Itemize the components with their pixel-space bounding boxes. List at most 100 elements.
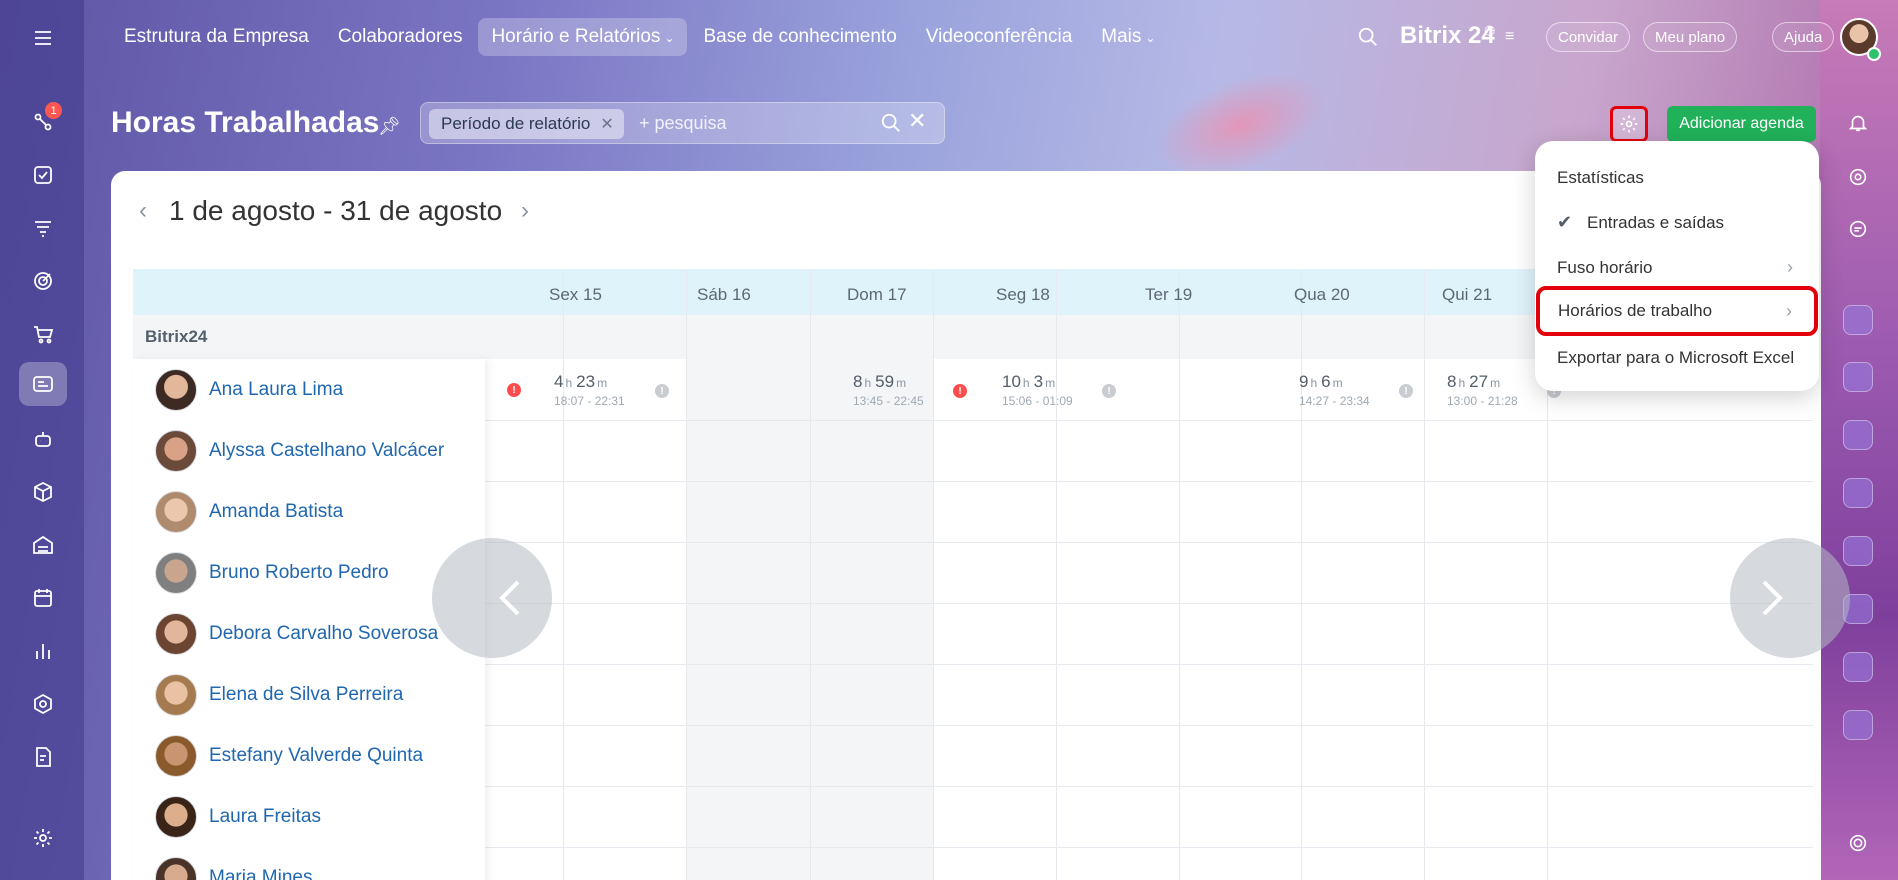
- time-reports-icon[interactable]: [19, 362, 67, 406]
- my-plan-button[interactable]: Meu plano: [1643, 22, 1738, 52]
- minutes-unit: m: [1045, 376, 1056, 390]
- pin-icon[interactable]: 📌︎: [378, 116, 401, 137]
- contact-icon[interactable]: [1843, 478, 1873, 508]
- time-cell[interactable]: 8 h 59 m 13:45 - 22:45: [853, 372, 924, 408]
- day-header: Sex 15: [549, 285, 602, 304]
- employee-name[interactable]: Ana Laura Lima: [209, 379, 343, 401]
- search-icon[interactable]: [1357, 26, 1379, 53]
- help-button[interactable]: Ajuda: [1772, 22, 1835, 52]
- add-schedule-button[interactable]: Adicionar agenda: [1667, 106, 1816, 142]
- scroll-right-button[interactable]: [1730, 538, 1850, 658]
- group-label: Bitrix24: [145, 327, 208, 346]
- chevron-down-icon: ⌄: [664, 31, 675, 45]
- time-cell[interactable]: 8 h 27 m 13:00 - 21:28: [1447, 372, 1518, 408]
- target-icon[interactable]: [1843, 162, 1873, 192]
- clear-icon[interactable]: ✕: [908, 108, 926, 134]
- time-range: 14:27 - 23:34: [1299, 394, 1370, 408]
- chat-icon[interactable]: [1843, 214, 1873, 244]
- search-icon[interactable]: [880, 112, 902, 139]
- employee-row[interactable]: Ana Laura Lima: [133, 359, 485, 420]
- nav-employees[interactable]: Colaboradores: [325, 18, 476, 56]
- brand-logo[interactable]: Bitrix 24: [1400, 22, 1495, 50]
- crm-funnel-icon[interactable]: [19, 206, 67, 250]
- info-icon[interactable]: !: [655, 384, 669, 398]
- employee-name[interactable]: Amanda Batista: [209, 501, 343, 523]
- employee-row[interactable]: Alyssa Castelhano Valcácer: [133, 420, 485, 481]
- menu-item-work-schedules[interactable]: Horários de trabalho ›: [1536, 286, 1818, 336]
- employee-row[interactable]: Maria Mines: [133, 847, 485, 880]
- settings-gear-icon[interactable]: [19, 816, 67, 860]
- bookmark-icon[interactable]: [1843, 362, 1873, 392]
- document-sign-icon[interactable]: [19, 735, 67, 779]
- menu-item-entries-exits[interactable]: ✔ Entradas e saídas: [1535, 200, 1819, 245]
- weekend-column: [686, 315, 810, 880]
- settings-button[interactable]: [1610, 106, 1648, 142]
- tune-icon[interactable]: ≡: [1505, 28, 1514, 46]
- search-input[interactable]: + pesquisa: [639, 113, 727, 134]
- close-icon[interactable]: ✕: [600, 114, 613, 134]
- hexagon-icon[interactable]: [19, 682, 67, 726]
- hamburger-menu-icon[interactable]: [19, 16, 67, 60]
- analytics-icon[interactable]: [19, 629, 67, 673]
- contact-icon[interactable]: [1843, 305, 1873, 335]
- shop-cart-icon[interactable]: [19, 312, 67, 356]
- bell-icon[interactable]: [1843, 108, 1873, 138]
- nav-more[interactable]: Mais ⌄: [1088, 18, 1168, 56]
- hours-value: 10: [1002, 372, 1021, 391]
- employee-name[interactable]: Debora Carvalho Soverosa: [209, 623, 438, 645]
- goals-target-icon[interactable]: [19, 259, 67, 303]
- robot-icon[interactable]: [19, 417, 67, 461]
- employee-name[interactable]: Estefany Valverde Quinta: [209, 745, 423, 767]
- nav-company-structure[interactable]: Estrutura da Empresa: [111, 18, 322, 56]
- nav-knowledge-base[interactable]: Base de conhecimento: [690, 18, 909, 56]
- calendar-icon[interactable]: [19, 576, 67, 620]
- chevron-right-icon[interactable]: ›: [521, 197, 529, 225]
- invite-button[interactable]: Convidar: [1546, 22, 1631, 52]
- employee-name[interactable]: Elena de Silva Perreira: [209, 684, 403, 706]
- contact-icon[interactable]: [1843, 420, 1873, 450]
- chevron-left-icon[interactable]: ‹: [139, 197, 147, 225]
- employee-row[interactable]: Laura Freitas: [133, 786, 485, 847]
- activity-stream-icon[interactable]: 1: [19, 100, 67, 144]
- copilot-icon[interactable]: [1843, 828, 1873, 858]
- menu-item-timezone[interactable]: Fuso horário ›: [1535, 245, 1819, 290]
- contact-icon[interactable]: [1843, 536, 1873, 566]
- employee-name[interactable]: Maria Mines: [209, 867, 312, 880]
- settings-menu: Estatísticas ✔ Entradas e saídas Fuso ho…: [1535, 141, 1819, 391]
- avatar: [155, 490, 197, 533]
- tasks-icon[interactable]: [19, 153, 67, 197]
- alert-icon[interactable]: !: [507, 383, 521, 397]
- employee-list: Ana Laura Lima Alyssa Castelhano Valcáce…: [133, 359, 485, 880]
- avatar: [155, 734, 197, 777]
- minutes-unit: m: [896, 376, 907, 390]
- info-icon[interactable]: !: [1399, 384, 1413, 398]
- employee-name[interactable]: Alyssa Castelhano Valcácer: [209, 440, 444, 462]
- employee-row[interactable]: Debora Carvalho Soverosa: [133, 603, 485, 664]
- time-cell[interactable]: 9h6m 14:27 - 23:34: [1299, 372, 1370, 408]
- employee-name[interactable]: Bruno Roberto Pedro: [209, 562, 389, 584]
- time-cell[interactable]: 4 h 23 m 18:07 - 22:31: [554, 372, 625, 408]
- menu-item-export-excel[interactable]: Exportar para o Microsoft Excel: [1535, 335, 1819, 380]
- employee-row[interactable]: Amanda Batista: [133, 481, 485, 542]
- nav-videoconference[interactable]: Videoconferência: [913, 18, 1085, 56]
- employee-name[interactable]: Laura Freitas: [209, 806, 321, 828]
- grid-divider: [563, 269, 564, 880]
- alert-icon[interactable]: !: [953, 384, 967, 398]
- nav-time-reports[interactable]: Horário e Relatórios ⌄: [478, 18, 688, 56]
- scroll-left-button[interactable]: [432, 538, 552, 658]
- menu-item-statistics[interactable]: Estatísticas: [1535, 155, 1819, 200]
- contact-icon[interactable]: [1843, 710, 1873, 740]
- box-icon[interactable]: [19, 470, 67, 514]
- filter-search-bar[interactable]: Período de relatório ✕ + pesquisa: [420, 102, 945, 144]
- time-cell[interactable]: 10 h 3 m 15:06 - 01:09: [1002, 372, 1073, 408]
- employee-row[interactable]: Elena de Silva Perreira: [133, 664, 485, 725]
- filter-chip[interactable]: Período de relatório ✕: [429, 109, 624, 139]
- time-range: 13:00 - 21:28: [1447, 394, 1518, 408]
- info-icon[interactable]: !: [1102, 384, 1116, 398]
- filter-chip-label: Período de relatório: [441, 114, 591, 133]
- online-status-icon: [1867, 47, 1881, 61]
- warehouse-icon[interactable]: [19, 523, 67, 567]
- employee-row[interactable]: Estefany Valverde Quinta: [133, 725, 485, 786]
- hours-value: 8: [853, 372, 863, 391]
- contact-icon[interactable]: [1843, 652, 1873, 682]
